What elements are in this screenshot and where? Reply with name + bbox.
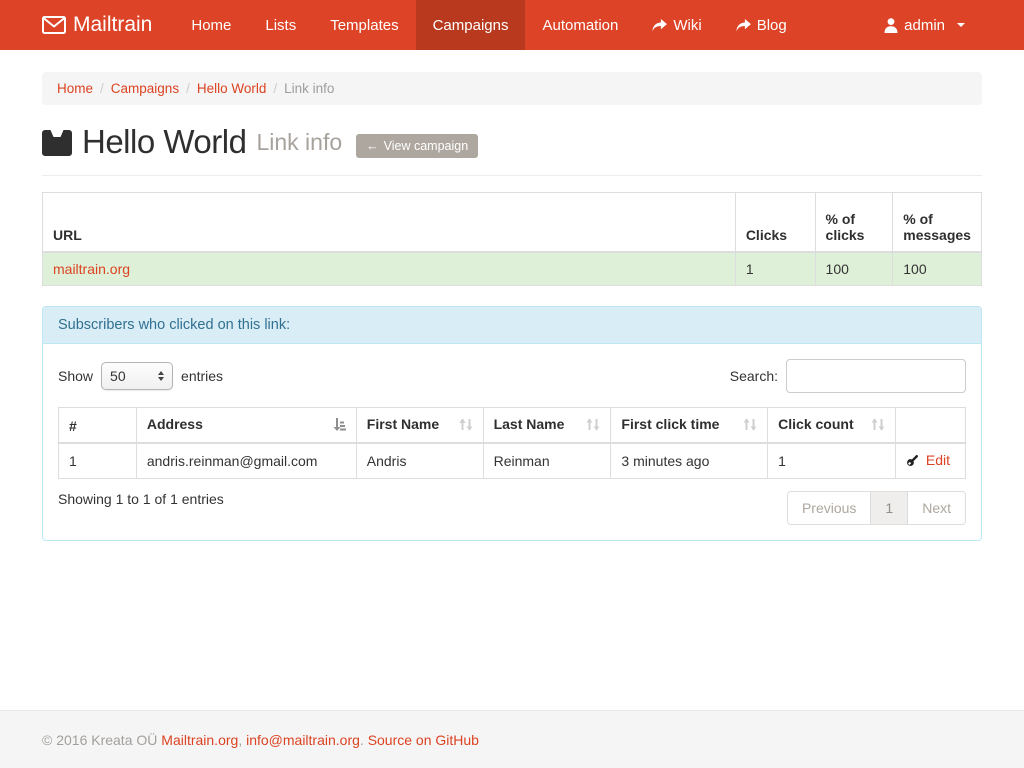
table-row: mailtrain.org 1 100 100 [43,252,982,286]
main-content: Home/Campaigns/Hello World/Link info Hel… [42,50,982,541]
sort-both-icon [871,418,885,434]
sort-asc-icon [332,418,346,434]
datatable-controls: Show 50 entries Search: [58,359,966,393]
subscribers-panel: Subscribers who clicked on this link: Sh… [42,306,982,541]
sort-both-icon [586,418,600,434]
cell-click-count: 1 [768,443,896,479]
footer-link-email[interactable]: info@mailtrain.org [246,732,360,748]
nav-item-home[interactable]: Home [174,0,248,50]
nav-item-wiki[interactable]: Wiki [635,0,718,50]
col-click-count[interactable]: Click count [768,408,896,444]
inbox-icon [42,130,72,161]
col-pct-clicks: % of clicks [815,193,893,253]
site-footer: © 2016 Kreata OÜ Mailtrain.org, info@mai… [0,710,1024,768]
col-actions [895,408,965,444]
link-url[interactable]: mailtrain.org [53,261,130,277]
links-table-header-row: URL Clicks % of clicks % of messages [43,193,982,253]
user-menu[interactable]: admin [867,17,982,34]
select-stepper-icon [158,371,164,381]
entries-info: Showing 1 to 1 of 1 entries [58,491,224,507]
sort-both-icon [743,418,757,434]
page-header: Hello World Link info ← View campaign [42,123,982,176]
cell-pct-messages: 100 [893,252,982,286]
nav-item-automation[interactable]: Automation [525,0,635,50]
cell-num: 1 [59,443,137,479]
nav-item-campaigns[interactable]: Campaigns [416,0,526,50]
user-icon [884,18,898,33]
cell-last-name: Reinman [483,443,611,479]
nav-item-templates[interactable]: Templates [313,0,415,50]
page-title: Hello World [82,123,246,161]
top-navbar: Mailtrain Home Lists Templates Campaigns… [0,0,1024,50]
col-first-click-time[interactable]: First click time [611,408,768,444]
page-length-select[interactable]: 50 [101,362,173,390]
cell-first-click-time: 3 minutes ago [611,443,768,479]
share-arrow-icon [652,19,667,32]
panel-heading: Subscribers who clicked on this link: [43,307,981,344]
copyright-text: © 2016 Kreata OÜ [42,732,157,748]
wrench-icon [906,454,924,470]
breadcrumb-current: Link info [284,81,334,96]
envelope-icon [42,16,66,34]
footer-link-github[interactable]: Source on GitHub [368,732,479,748]
show-label: Show [58,368,93,384]
search-label: Search: [730,368,778,384]
pagination-previous-button[interactable]: Previous [787,491,871,525]
brand-label: Mailtrain [73,13,152,37]
links-table: URL Clicks % of clicks % of messages mai… [42,192,982,286]
page-subtitle: Link info [256,129,342,156]
share-arrow-icon [736,19,751,32]
sort-both-icon [459,418,473,434]
nav-item-blog[interactable]: Blog [719,0,804,50]
cell-pct-clicks: 100 [815,252,893,286]
brand-mailtrain[interactable]: Mailtrain [42,0,152,50]
cell-clicks: 1 [735,252,815,286]
search-input[interactable] [786,359,966,393]
cell-address: andris.reinman@gmail.com [136,443,356,479]
subscribers-table: # Address First Name Last Name [58,407,966,479]
breadcrumb-hello-world[interactable]: Hello World [197,81,267,96]
nav-item-lists[interactable]: Lists [248,0,313,50]
breadcrumb-campaigns[interactable]: Campaigns [111,81,179,96]
col-last-name[interactable]: Last Name [483,408,611,444]
edit-link[interactable]: Edit [926,452,950,468]
pagination: Previous 1 Next [787,491,966,525]
left-arrow-icon: ← [366,139,379,153]
pagination-next-button[interactable]: Next [907,491,966,525]
chevron-down-icon [957,23,965,27]
footer-link-mailtrain[interactable]: Mailtrain.org [161,732,238,748]
col-first-name[interactable]: First Name [356,408,483,444]
pagination-page-1-button[interactable]: 1 [870,491,908,525]
breadcrumb-home[interactable]: Home [57,81,93,96]
subscribers-table-header-row: # Address First Name Last Name [59,408,966,444]
col-num[interactable]: # [59,408,137,444]
user-name: admin [904,17,945,34]
breadcrumb: Home/Campaigns/Hello World/Link info [42,72,982,105]
view-campaign-button[interactable]: ← View campaign [356,134,478,158]
col-clicks: Clicks [735,193,815,253]
col-address[interactable]: Address [136,408,356,444]
cell-first-name: Andris [356,443,483,479]
col-url: URL [43,193,736,253]
table-row: 1 andris.reinman@gmail.com Andris Reinma… [59,443,966,479]
entries-label: entries [181,368,223,384]
col-pct-messages: % of messages [893,193,982,253]
main-nav: Home Lists Templates Campaigns Automatio… [174,0,803,50]
